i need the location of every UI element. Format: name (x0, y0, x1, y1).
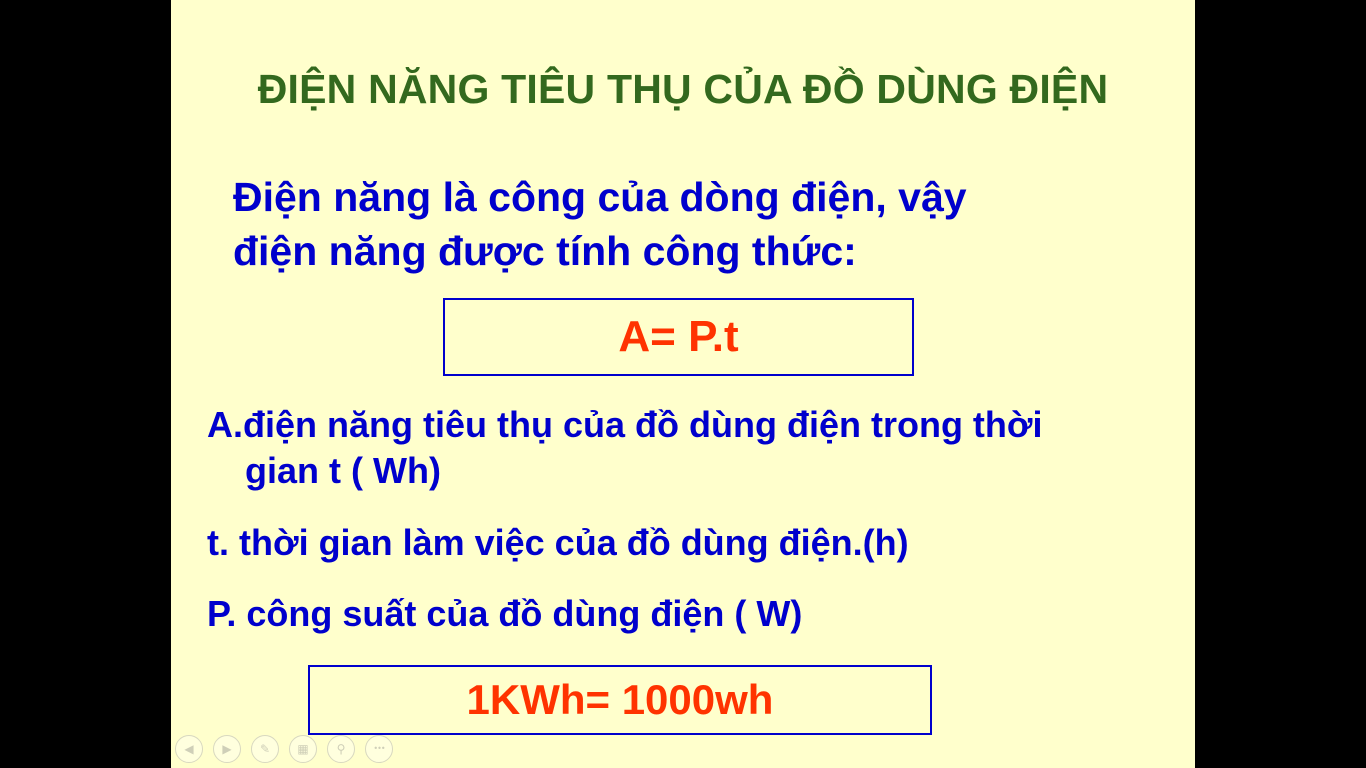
previous-icon: ◀ (184, 742, 194, 756)
magnifier-icon: ⚲ (336, 742, 346, 756)
slides-grid-icon: ▦ (297, 742, 309, 756)
pen-icon: ✎ (259, 742, 271, 756)
pen-tool-button[interactable]: ✎ (251, 735, 279, 763)
formula-box: A= P.t (443, 298, 914, 376)
definition-a-line-1: A.điện năng tiêu thụ của đồ dùng điện tr… (207, 404, 1043, 445)
definition-p: P. công suất của đồ dùng điện ( W) (207, 593, 803, 634)
unit-conversion-box: 1KWh= 1000wh (308, 665, 932, 735)
definition-t: t. thời gian làm việc của đồ dùng điện.(… (207, 522, 909, 563)
definition-a-line-2: gian t ( Wh) (245, 450, 441, 491)
slideshow-controls: ◀ ▶ ✎ ▦ ⚲ ••• (175, 735, 393, 763)
unit-conversion-text: 1KWh= 1000wh (466, 676, 774, 723)
definition-a: A.điện năng tiêu thụ của đồ dùng điện tr… (207, 402, 1147, 494)
previous-slide-button[interactable]: ◀ (175, 735, 203, 763)
slide-canvas: ĐIỆN NĂNG TIÊU THỤ CỦA ĐỒ DÙNG ĐIỆN Điện… (171, 0, 1195, 768)
next-slide-button[interactable]: ▶ (213, 735, 241, 763)
formula-text: A= P.t (618, 312, 739, 361)
zoom-button[interactable]: ⚲ (327, 735, 355, 763)
see-all-slides-button[interactable]: ▦ (289, 735, 317, 763)
intro-text: Điện năng là công của dòng điện, vậy điệ… (233, 170, 1133, 278)
more-icon: ••• (373, 744, 385, 753)
intro-line-2: điện năng được tính công thức: (233, 228, 857, 274)
next-icon: ▶ (222, 742, 232, 756)
intro-line-1: Điện năng là công của dòng điện, vậy (233, 174, 967, 220)
more-options-button[interactable]: ••• (365, 735, 393, 763)
slide-title: ĐIỆN NĂNG TIÊU THỤ CỦA ĐỒ DÙNG ĐIỆN (257, 66, 1109, 112)
